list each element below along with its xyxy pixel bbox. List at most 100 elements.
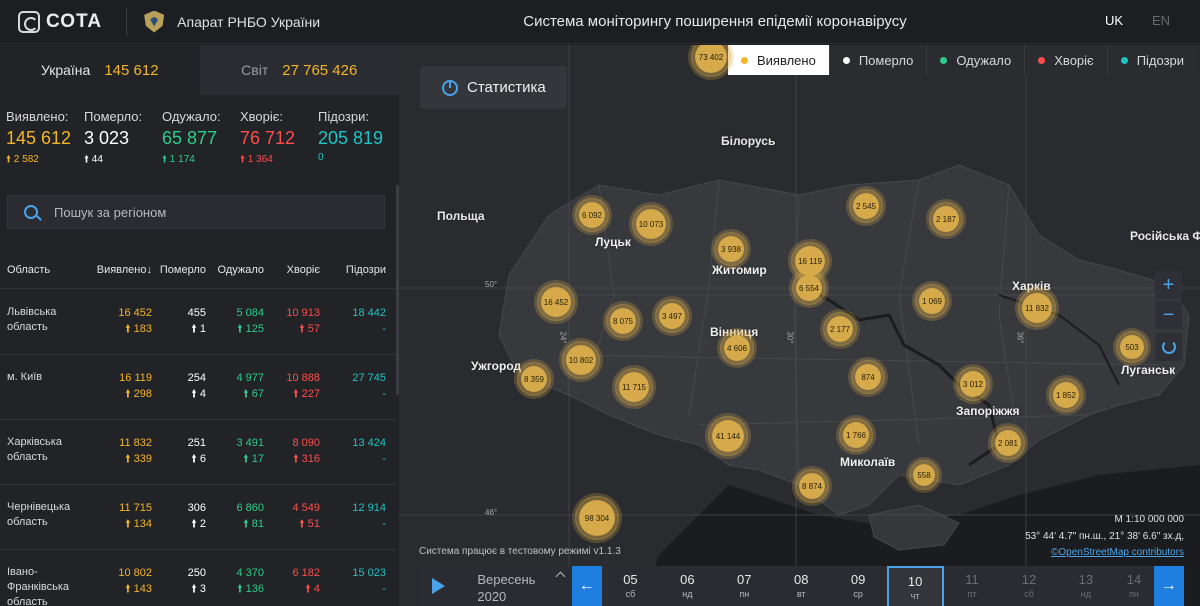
recovered-value: 4 977 [236,372,264,384]
col-header-suspected[interactable]: Підозри [320,264,386,276]
day-number: 05 [623,572,638,587]
died-delta: 🠙 4 [152,386,206,402]
grid-label: 46° [485,508,498,517]
up-arrow-icon: 🠙 [299,323,305,335]
up-arrow-icon: 🠙 [243,388,249,400]
legend-recovered[interactable]: Одужало [926,45,1024,75]
next-day-button[interactable]: → [1153,566,1185,606]
map-cluster[interactable]: 2 545 [849,189,883,223]
month-selector[interactable]: Вересень 2020 [455,566,571,606]
col-header-recovered[interactable]: Одужало [206,264,265,276]
table-row[interactable]: Івано-Франківська область 10 802 🠙 143 25… [0,550,396,606]
table-row[interactable]: м. Київ 16 119 🠙 298 254 🠙 4 4 977 🠙 67 10 … [0,355,396,420]
osm-attribution-link[interactable]: ©OpenStreetMap contributors [1051,547,1184,558]
map-cluster[interactable]: 2 177 [823,312,857,346]
up-arrow-icon: 🠙 [191,583,197,595]
map-cluster[interactable]: 41 144 [708,416,748,456]
day-item-selected[interactable]: 10 чт [886,566,944,606]
cell-suspected: 18 442 - [320,305,386,354]
map-cluster[interactable]: 6 554 [792,271,826,305]
reset-view-button[interactable] [1155,333,1182,361]
search-input[interactable] [54,204,354,220]
table-row[interactable]: Чернівецька область 11 715 🠙 134 306 🠙 2 6… [0,485,396,550]
tab-ukraine[interactable]: Україна 145 612 [0,45,200,95]
map-view[interactable]: Статистика Виявлено Померло Одужало Хвор… [399,45,1200,606]
died-delta: 🠙 3 [152,581,206,597]
sota-logo[interactable]: СОТА [0,0,102,44]
map-cluster[interactable]: 1 852 [1049,378,1083,412]
day-item[interactable]: 07 пн [716,566,773,606]
legend-sick[interactable]: Хворіє [1024,45,1106,75]
day-item: 14 пн [1114,566,1153,606]
map-cluster[interactable]: 3 012 [956,367,990,401]
legend-detected[interactable]: Виявлено [728,45,829,75]
map-scale: М 1:10 000 000 [1114,514,1185,525]
zoom-out-button[interactable]: − [1155,301,1182,329]
map-cluster[interactable]: 11 832 [1018,289,1056,327]
day-item[interactable]: 08 вт [773,566,830,606]
map-cluster[interactable]: 16 452 [537,283,575,321]
tab-world-value: 27 765 426 [282,61,358,79]
statistics-button[interactable]: Статистика [420,66,567,109]
cell-recovered: 6 860 🠙 81 [206,500,264,549]
prev-day-button[interactable]: ← [571,566,602,606]
sick-delta: 🠙 57 [264,321,320,337]
day-number: 11 [965,572,979,587]
day-weekday: чт [910,591,920,601]
dot-icon [842,56,850,64]
map-cluster[interactable]: 2 187 [929,202,963,236]
day-item[interactable]: 09 ср [830,566,887,606]
map-cluster[interactable]: 8 075 [606,304,640,338]
map-cluster[interactable]: 1 069 [915,284,949,318]
map-cluster[interactable]: 4 606 [720,331,754,365]
sota-logo-icon [18,10,40,33]
map-cluster[interactable]: 6 092 [575,198,609,232]
play-button[interactable] [422,566,455,606]
map-cluster[interactable]: 8 359 [517,362,551,396]
sick-value: 6 182 [292,567,320,579]
suspected-value: 12 914 [352,502,386,514]
day-item[interactable]: 06 нд [659,566,716,606]
region-name: Івано-Франківська область [7,566,70,606]
legend-died[interactable]: Померло [828,45,927,75]
up-arrow-icon: 🠙 [125,583,131,595]
cell-recovered: 4 370 🠙 136 [206,565,264,606]
lang-en-button[interactable]: EN [1152,13,1170,28]
lang-uk-button[interactable]: UK [1105,13,1123,28]
total-label: Одужало: [162,109,221,124]
table-row[interactable]: Харківська область 11 832 🠙 339 251 🠙 6 3 … [0,420,396,485]
map-cluster[interactable]: 10 073 [632,205,670,243]
map-cluster[interactable]: 558 [909,460,939,490]
table-row[interactable]: Львівська область 16 452 🠙 183 455 🠙 1 5 0… [0,290,396,355]
col-header-died[interactable]: Померло [152,264,206,276]
year-label: 2020 [477,589,507,604]
map-cluster[interactable]: 3 497 [655,299,689,333]
tab-world[interactable]: Світ 27 765 426 [199,45,399,95]
map-label-russia: Росiйська Ф [1130,229,1200,243]
map-cluster[interactable]: 503 [1116,331,1148,363]
map-cluster[interactable]: 3 938 [714,232,748,266]
map-cluster[interactable]: 10 802 [562,341,600,379]
map-cluster[interactable]: 1 766 [839,418,873,452]
suspected-value: 15 023 [352,567,386,579]
up-arrow-icon: 🠙 [125,323,131,335]
col-header-detected[interactable]: Виявлено↓ [86,264,152,276]
cell-suspected: 15 023 - [320,565,386,606]
map-cluster[interactable]: 874 [851,360,885,394]
delta-value: 67 [251,388,264,400]
col-header-region[interactable]: Область [0,264,86,276]
map-cluster[interactable]: 8 874 [795,469,829,503]
tab-world-label: Світ [241,62,269,78]
day-number: 06 [680,572,695,587]
col-header-sick[interactable]: Хворіє [264,264,320,276]
map-cluster[interactable]: 11 715 [615,368,653,406]
map-cluster[interactable]: 98 304 [575,496,619,540]
zoom-in-button[interactable]: + [1155,271,1182,299]
cell-died: 251 🠙 6 [152,435,206,484]
cell-suspected: 12 914 - [320,500,386,549]
legend-suspected[interactable]: Підозри [1106,45,1197,75]
map-cluster[interactable]: 2 081 [991,426,1025,460]
day-item[interactable]: 05 сб [602,566,659,606]
cell-sick: 10 888 🠙 227 [264,370,320,419]
up-arrow-icon: 🠙 [293,453,299,465]
